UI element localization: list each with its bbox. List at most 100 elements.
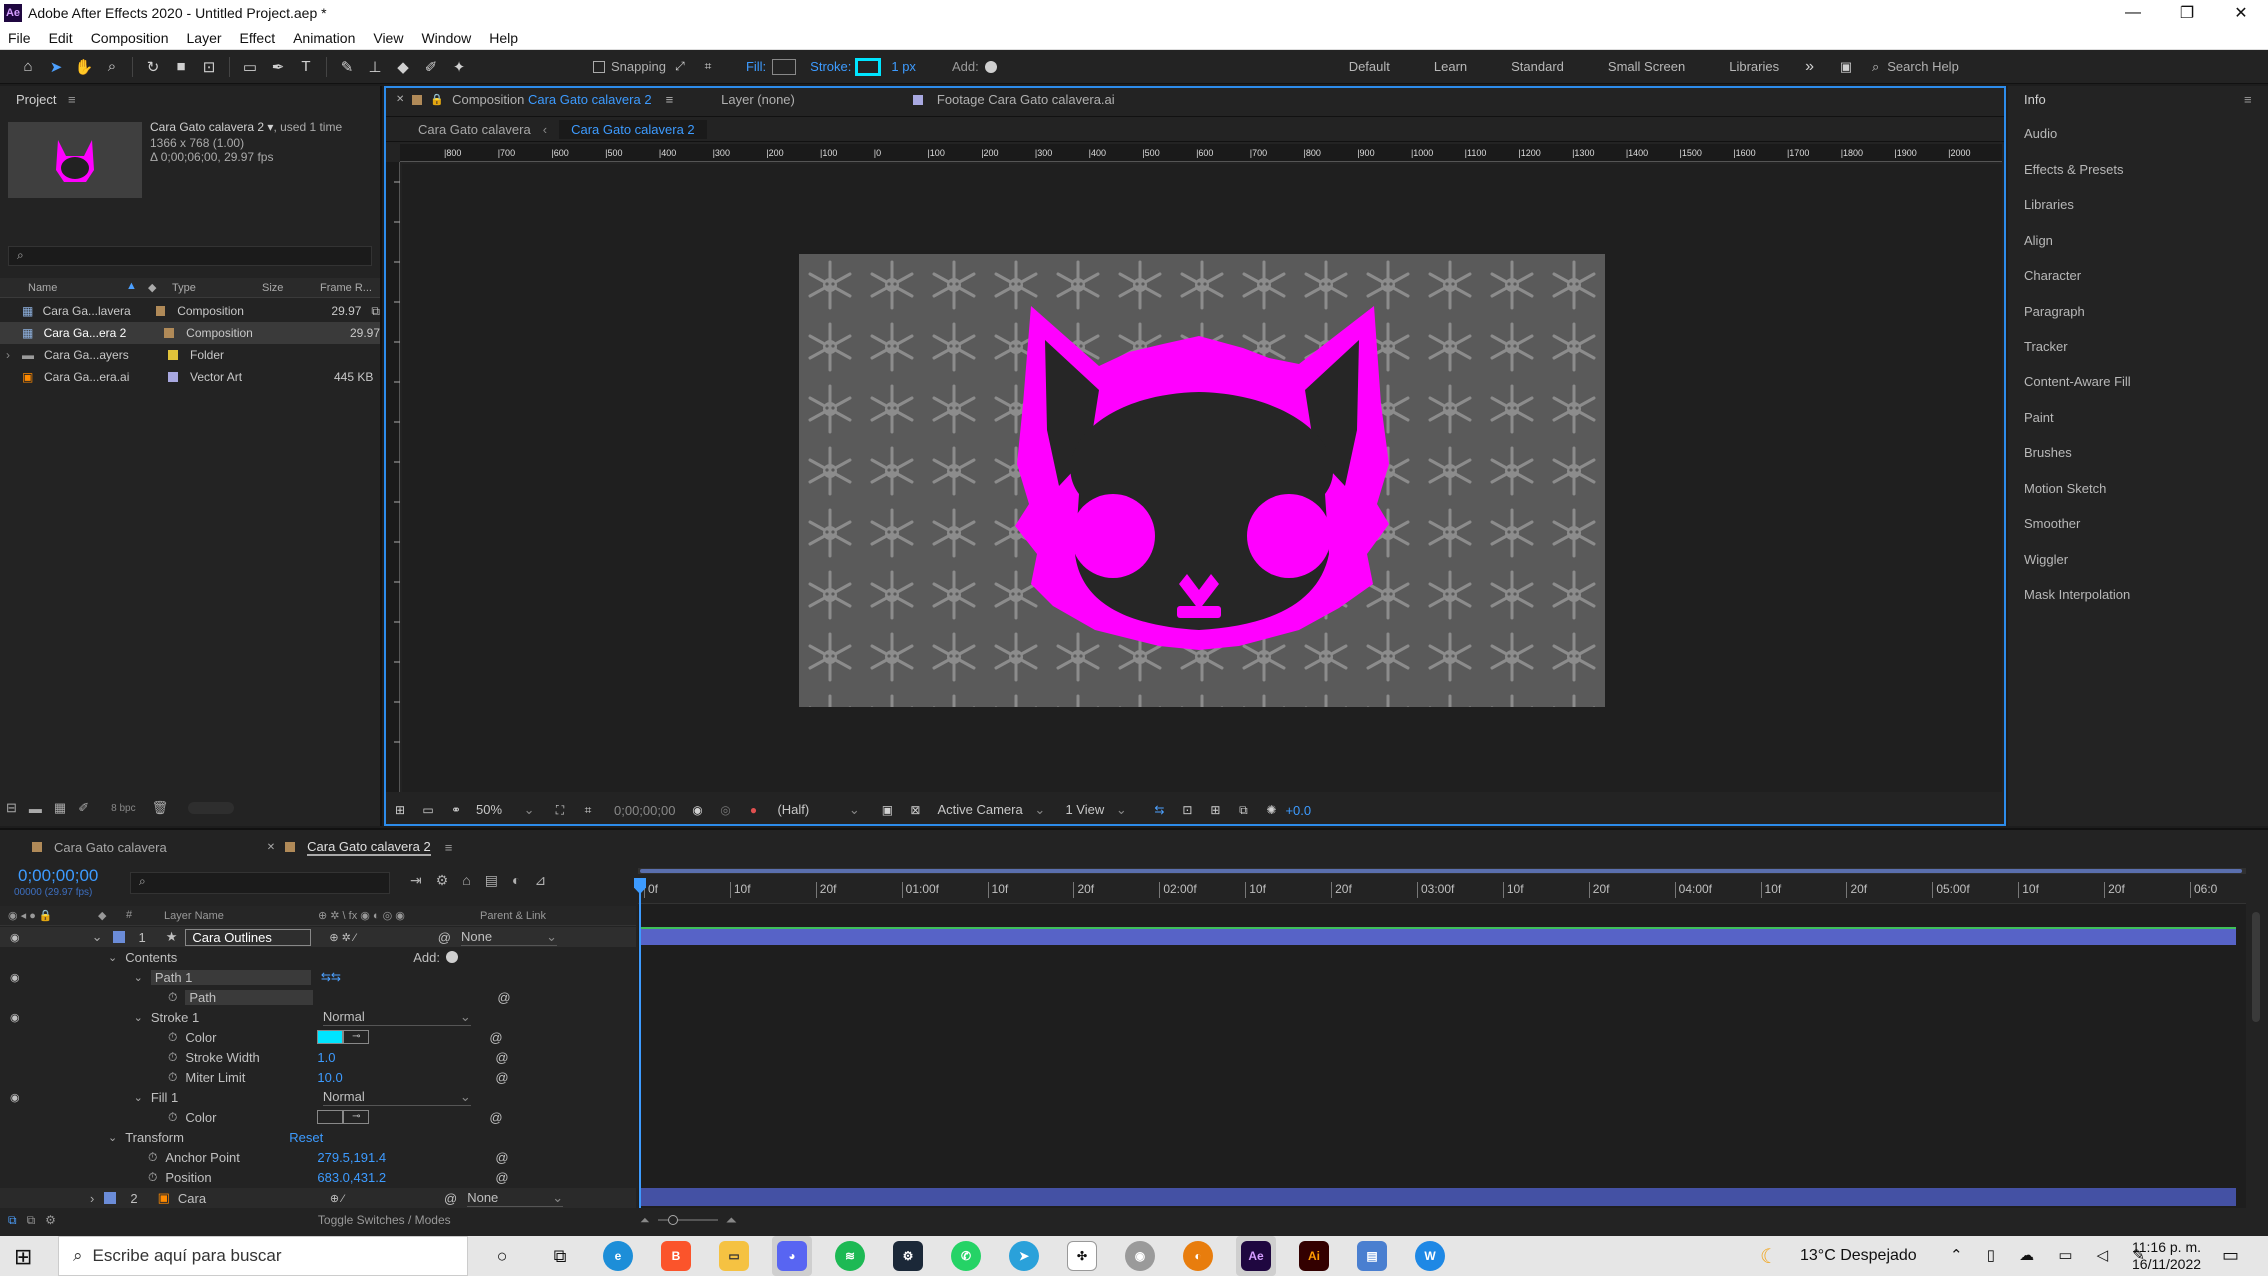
toggle-switches-modes[interactable]: Toggle Switches / Modes xyxy=(318,1213,451,1227)
shy-layers-icon[interactable]: ⌂ xyxy=(462,872,470,889)
stopwatch-icon[interactable]: ⏱ xyxy=(148,1150,157,1165)
current-time-indicator[interactable] xyxy=(639,878,641,1208)
eyedropper-icon[interactable]: ⊸ xyxy=(343,1110,370,1124)
menu-effect[interactable]: Effect xyxy=(240,30,276,46)
fast-preview-icon[interactable]: ⊡ xyxy=(1175,798,1199,822)
info-menu-icon[interactable]: ≡ xyxy=(2244,92,2252,107)
timeline-zoom-slider[interactable]: ⏶ ⏶ xyxy=(640,1208,2248,1232)
layer-switches[interactable]: ⊕ ✲ ⁄ xyxy=(329,931,355,944)
viewer-menu-icon[interactable]: ≡ xyxy=(666,92,674,107)
panel-mask-interpolation[interactable]: Mask Interpolation xyxy=(2024,587,2130,602)
layer-row-1[interactable]: ◉ ⌄ 1 ★ Cara Outlines ⊕ ✲ ⁄ @ None ⌄ xyxy=(0,927,636,947)
menu-window[interactable]: Window xyxy=(421,30,471,46)
fill-color-row[interactable]: ⏱ Color ⊸ @ xyxy=(0,1107,636,1127)
new-folder-icon[interactable]: ▬ xyxy=(29,801,42,816)
visibility-eye-icon[interactable]: ◉ xyxy=(10,1011,20,1024)
folder-expand-icon[interactable]: › xyxy=(6,348,22,362)
sort-ascending-icon[interactable]: ▲ xyxy=(126,280,137,292)
panel-tracker[interactable]: Tracker xyxy=(2024,339,2068,354)
menu-file[interactable]: File xyxy=(8,30,31,46)
whatsapp-icon[interactable]: ✆ xyxy=(946,1236,986,1276)
workspace-libraries[interactable]: Libraries xyxy=(1729,59,1779,74)
parent-dropdown[interactable]: None ⌄ xyxy=(467,1190,564,1207)
rectangle-tool-icon[interactable]: ▭ xyxy=(238,55,262,79)
home-icon[interactable]: ⌂ xyxy=(16,55,40,79)
transparency-grid-icon[interactable]: ▣ xyxy=(875,798,899,822)
brave-icon[interactable]: B xyxy=(656,1236,696,1276)
zoom-dropdown[interactable]: 50% ⌄ xyxy=(476,802,546,818)
path-row[interactable]: ⏱ Path @ xyxy=(0,987,636,1007)
blender-icon[interactable]: ◐ xyxy=(1178,1236,1218,1276)
composition-mini-flowchart-icon[interactable]: ⇥ xyxy=(410,872,422,889)
delete-icon[interactable]: 🗑 xyxy=(152,800,169,816)
project-item-row[interactable]: › ▬ Cara Ga...ayers Folder xyxy=(0,344,380,366)
expand-transfer-icon[interactable]: ⧉ xyxy=(27,1213,36,1228)
views-dropdown[interactable]: 1 View ⌄ xyxy=(1065,802,1145,818)
graph-editor-icon[interactable]: ⊿ xyxy=(534,872,546,889)
menu-layer[interactable]: Layer xyxy=(187,30,222,46)
clock-time[interactable]: 11:16 p. m. xyxy=(2132,1239,2201,1255)
illustrator-icon[interactable]: Ai xyxy=(1294,1236,1334,1276)
exposure-reset-icon[interactable]: ✺ xyxy=(1259,798,1283,822)
zoom-in-icon[interactable]: ⏶ xyxy=(726,1212,737,1229)
camera-tool-icon[interactable]: ■ xyxy=(169,55,193,79)
brush-tool-icon[interactable]: ✎ xyxy=(335,55,359,79)
pickwhip-icon[interactable]: @ xyxy=(438,930,451,945)
visibility-eye-icon[interactable]: ◉ xyxy=(10,971,20,984)
interpret-footage-icon[interactable]: ⊟ xyxy=(6,800,17,816)
col-layer-name[interactable]: Layer Name xyxy=(164,910,224,922)
expression-pickwhip-icon[interactable]: @ xyxy=(497,990,510,1005)
puppet-pin-tool-icon[interactable]: ✦ xyxy=(447,55,471,79)
stroke-label[interactable]: Stroke: xyxy=(810,59,851,74)
draft-3d-icon[interactable]: ⚙ xyxy=(436,872,449,889)
layer-color-swatch[interactable] xyxy=(104,1192,117,1204)
project-settings-icon[interactable]: ✐ xyxy=(78,800,89,816)
col-name[interactable]: Name xyxy=(28,282,57,294)
close-tab-icon[interactable]: ✕ xyxy=(267,842,275,853)
layer-name-field[interactable]: Cara Outlines xyxy=(185,928,312,946)
snap-grid-icon[interactable]: ⌗ xyxy=(696,55,720,79)
monitor-icon[interactable]: ▭ xyxy=(416,798,440,822)
windows-start-icon[interactable]: ⊞ xyxy=(14,1244,32,1270)
menu-animation[interactable]: Animation xyxy=(293,30,355,46)
timeline-menu-icon[interactable]: ≡ xyxy=(445,840,453,855)
stroke-swatch[interactable] xyxy=(855,57,882,76)
anchor-point-value[interactable]: 279.5,191.4 xyxy=(317,1150,495,1165)
roto-brush-tool-icon[interactable]: ✐ xyxy=(419,55,443,79)
expression-pickwhip-icon[interactable]: @ xyxy=(489,1030,502,1045)
collapse-icon[interactable]: ⌄ xyxy=(108,1131,117,1144)
type-tool-icon[interactable]: T xyxy=(294,55,318,79)
pan-behind-tool-icon[interactable]: ⊡ xyxy=(197,55,221,79)
collapse-icon[interactable]: ⌄ xyxy=(92,929,103,945)
position-row[interactable]: ⏱ Position 683.0,431.2 @ xyxy=(0,1167,636,1187)
fill-blend-mode-dropdown[interactable]: Normal ⌄ xyxy=(322,1089,471,1106)
expression-pickwhip-icon[interactable]: @ xyxy=(495,1150,508,1165)
stroke-color-row[interactable]: ⏱ Color ⊸ @ xyxy=(0,1027,636,1047)
layer-row-2[interactable]: › 2 ▣ Cara ⊕ ⁄ @ None ⌄ xyxy=(0,1188,636,1208)
miter-limit-row[interactable]: ⏱ Miter Limit 10.0 @ xyxy=(0,1067,636,1087)
view-options-icon[interactable]: ⚭ xyxy=(444,798,468,822)
path-direction-icon[interactable]: ⇆⇆ xyxy=(321,970,341,984)
panel-smoother[interactable]: Smoother xyxy=(2024,516,2080,531)
transform-reset-link[interactable]: Reset xyxy=(289,1130,323,1145)
stroke-blend-mode-dropdown[interactable]: Normal ⌄ xyxy=(322,1009,471,1026)
cortana-icon[interactable]: ○ xyxy=(482,1236,522,1276)
layer-name[interactable]: Cara xyxy=(178,1191,312,1206)
snapping-checkbox[interactable] xyxy=(593,60,605,73)
breadcrumb-item-active[interactable]: Cara Gato calavera 2 xyxy=(559,119,707,139)
file-explorer-icon[interactable]: ▭ xyxy=(714,1236,754,1276)
panel-motion-sketch[interactable]: Motion Sketch xyxy=(2024,481,2106,496)
expand-icon[interactable]: › xyxy=(90,1191,94,1206)
ruler-horizontal[interactable]: |800 |700 |600 |500 |400 |300 |200 |100 |0 |100 |2… xyxy=(400,144,2002,162)
bpc-button[interactable]: 8 bpc xyxy=(111,803,135,814)
expand-layer-switches-icon[interactable]: ⧉ xyxy=(8,1213,17,1228)
panel-libraries[interactable]: Libraries xyxy=(2024,197,2074,212)
close-tab-icon[interactable]: ✕ xyxy=(396,94,404,105)
panel-paragraph[interactable]: Paragraph xyxy=(2024,304,2085,319)
col-frame-rate[interactable]: Frame R... xyxy=(320,282,372,294)
project-panel-title[interactable]: Project xyxy=(16,92,56,107)
hand-tool-icon[interactable]: ✋ xyxy=(72,55,96,79)
collapse-icon[interactable]: ⌄ xyxy=(134,971,143,984)
timeline-icon[interactable]: ⊞ xyxy=(1203,798,1227,822)
menu-composition[interactable]: Composition xyxy=(91,30,169,46)
